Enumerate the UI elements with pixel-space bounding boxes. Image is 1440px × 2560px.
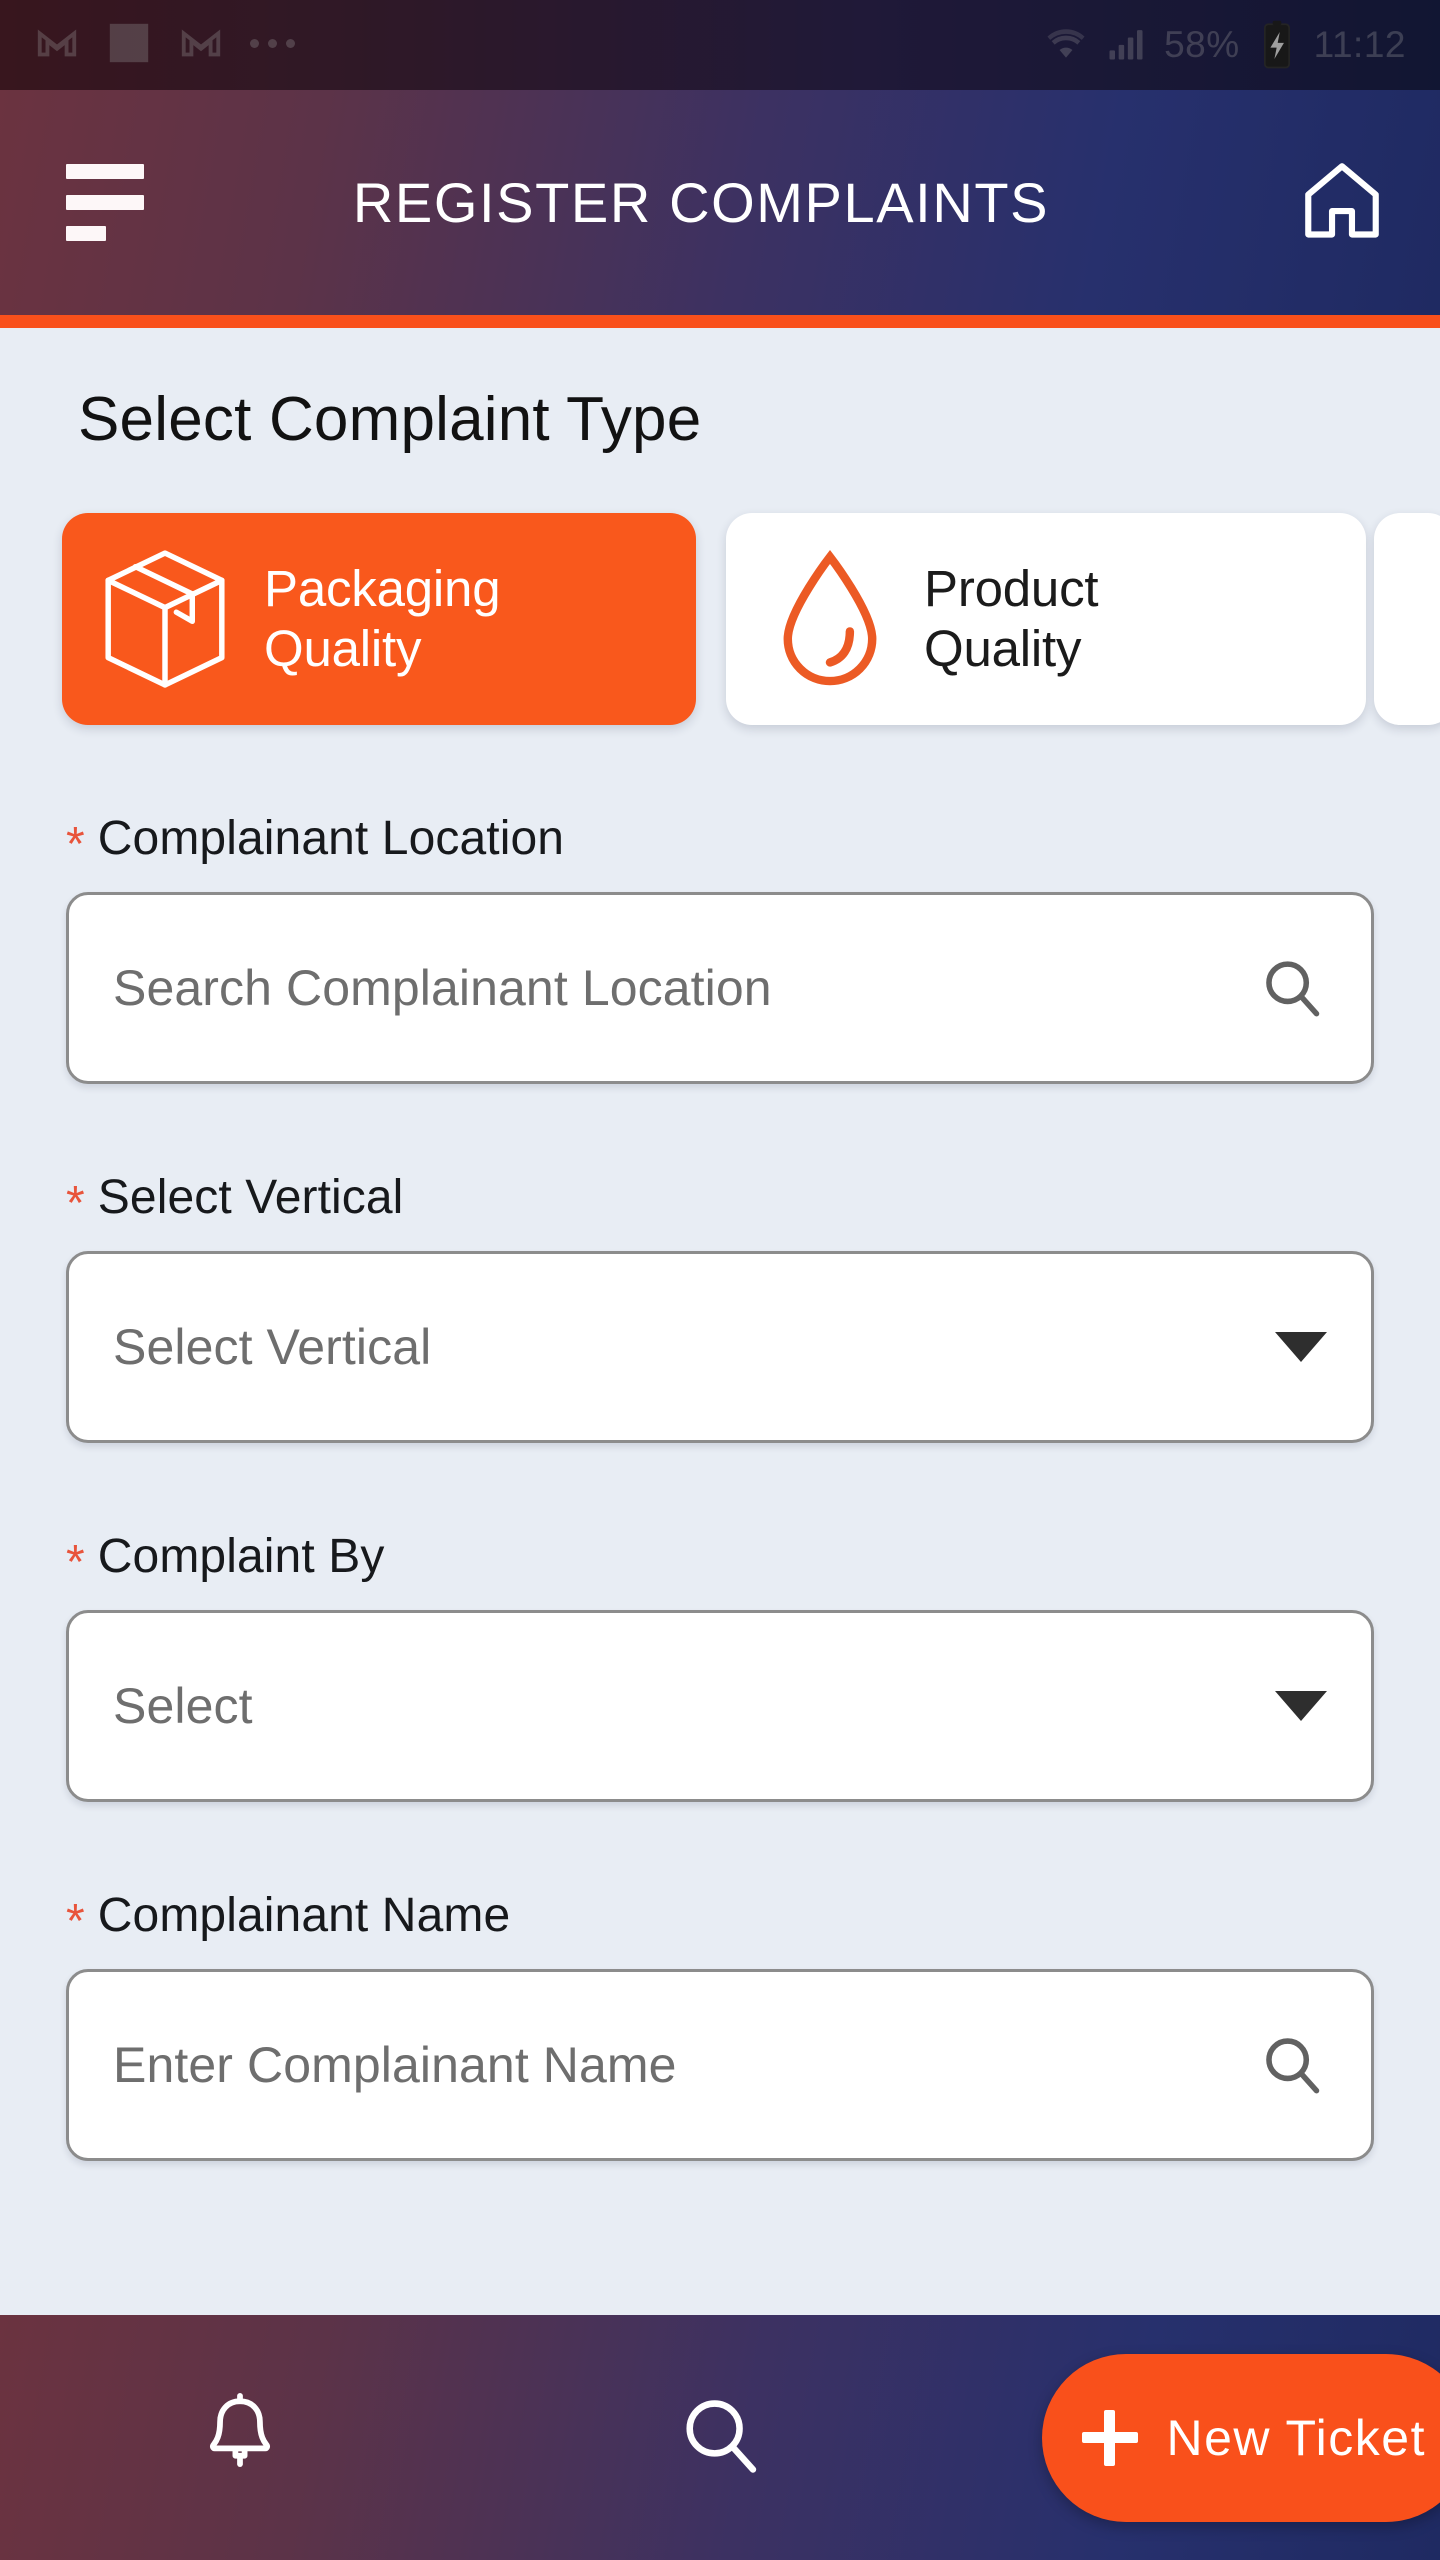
app-screen: 58% 11:12 REGISTER COMPLAINTS Select Com… [0,0,1440,2560]
chevron-down-icon[interactable] [1275,1691,1327,1721]
field-label: * Complainant Location [66,811,1374,871]
field-label: * Complaint By [66,1529,1374,1589]
required-asterisk: * [66,818,85,871]
section-title: Select Complaint Type [78,385,702,454]
form-content: Select Complaint Type Packaging Quality … [0,328,1440,2328]
header-accent-bar [0,315,1440,328]
wifi-icon [1044,21,1088,70]
complaint-type-card-packaging-quality[interactable]: Packaging Quality [62,513,696,725]
complaint-type-label-line2: Quality [924,620,1082,677]
flipboard-icon [106,20,152,71]
field-complaint-by: * Complaint By Select [0,1529,1440,1802]
status-bar-notifications [34,20,295,71]
clock-label: 11:12 [1313,24,1406,65]
field-label-text: Complainant Location [97,812,565,865]
required-asterisk: * [66,1536,85,1589]
required-asterisk: * [66,1177,85,1230]
input-placeholder: Enter Complainant Name [113,2037,677,2093]
plus-icon [1082,2409,1139,2466]
chevron-down-icon[interactable] [1275,1332,1327,1362]
complaint-type-label-line1: Product [924,560,1099,618]
complaint-type-card-next-peek[interactable] [1374,513,1440,725]
complainant-location-input[interactable]: Search Complainant Location [66,892,1374,1084]
complaint-type-carousel[interactable]: Packaging Quality Product Quality [0,513,1440,725]
package-box-icon [92,544,238,694]
complaint-by-dropdown[interactable]: Select [66,1610,1374,1802]
more-dots-icon [250,38,295,52]
complaint-type-label-line1: Packaging [264,560,501,618]
notifications-button[interactable] [0,2389,480,2486]
status-bar: 58% 11:12 [0,0,1440,90]
home-button[interactable] [1288,154,1388,251]
complaint-type-label-line2: Quality [264,620,422,677]
search-button[interactable] [480,2389,960,2486]
page-title: REGISTER COMPLAINTS [352,171,1050,234]
dropdown-selected-value: Select Vertical [113,1319,432,1375]
complaint-type-label: Packaging Quality [264,559,501,678]
search-icon [674,2389,766,2486]
new-ticket-button[interactable]: New Ticket [1042,2353,1440,2522]
bell-icon [194,2389,286,2486]
gmail-icon [178,20,224,71]
field-select-vertical: * Select Vertical Select Vertical [0,1170,1440,1443]
field-complainant-location: * Complainant Location Search Complainan… [0,811,1440,1084]
field-label: * Complainant Name [66,1888,1374,1948]
hamburger-bar [66,226,106,241]
cellular-signal-icon [1104,21,1148,70]
field-complainant-name: * Complainant Name Enter Complainant Nam… [0,1888,1440,2161]
field-label-text: Complainant Name [97,1889,511,1942]
dropdown-selected-value: Select [113,1678,253,1734]
gmail-icon [34,20,80,71]
search-icon[interactable] [1257,2030,1327,2100]
bottom-navigation-bar: New Ticket [0,2315,1440,2560]
battery-charging-icon [1256,19,1298,71]
complaint-type-card-product-quality[interactable]: Product Quality [726,513,1366,725]
field-label-text: Complaint By [97,1530,385,1583]
app-header: REGISTER COMPLAINTS [0,90,1440,315]
field-label: * Select Vertical [66,1170,1374,1230]
water-drop-icon [770,547,890,691]
required-asterisk: * [66,1895,85,1948]
battery-percent-label: 58% [1164,24,1240,65]
new-ticket-label: New Ticket [1166,2409,1426,2466]
select-vertical-dropdown[interactable]: Select Vertical [66,1251,1374,1443]
complaint-type-label: Product Quality [924,559,1099,678]
complainant-name-input[interactable]: Enter Complainant Name [66,1969,1374,2161]
status-bar-system: 58% 11:12 [1044,19,1406,71]
home-icon [1296,154,1388,251]
field-label-text: Select Vertical [97,1171,404,1224]
input-placeholder: Search Complainant Location [113,960,772,1016]
search-icon[interactable] [1257,953,1327,1023]
